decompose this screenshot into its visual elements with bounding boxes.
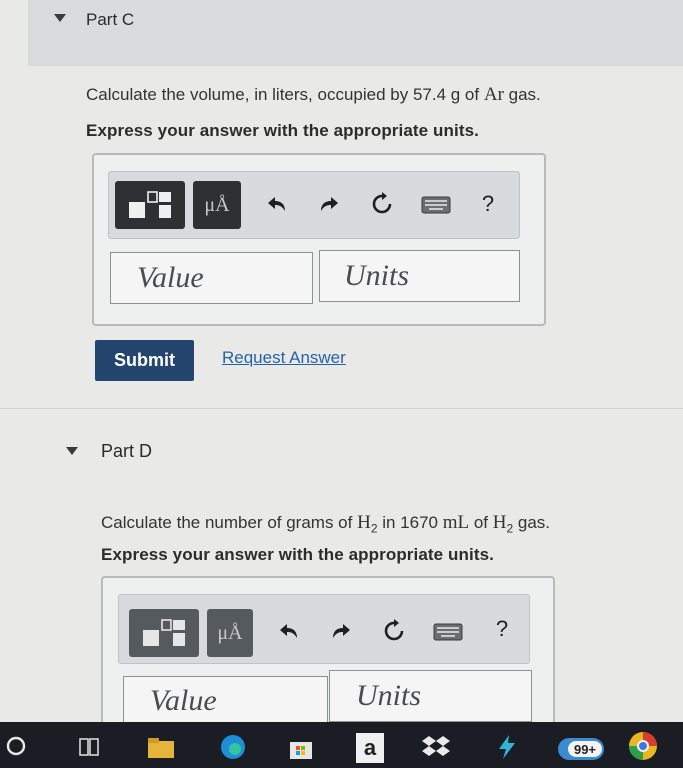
- request-answer-link[interactable]: Request Answer: [222, 348, 346, 368]
- keyboard-icon[interactable]: [431, 620, 465, 644]
- store-icon[interactable]: [286, 735, 316, 761]
- help-button[interactable]: ?: [490, 615, 514, 643]
- file-explorer-icon[interactable]: [146, 736, 176, 760]
- units-symbol-button[interactable]: μÅ: [193, 181, 241, 229]
- mail-icon[interactable]: 99+: [556, 735, 606, 763]
- templates-button[interactable]: [129, 609, 199, 657]
- part-d-title: Part D: [101, 441, 153, 461]
- collapse-caret-icon[interactable]: [66, 447, 78, 455]
- collapse-caret-icon[interactable]: [54, 14, 66, 22]
- app-bolt-icon[interactable]: [492, 733, 522, 761]
- amazon-icon[interactable]: a: [356, 733, 384, 763]
- part-d-instruction: Express your answer with the appropriate…: [101, 545, 494, 564]
- submit-button[interactable]: Submit: [95, 340, 194, 381]
- templates-icon: [129, 191, 171, 218]
- help-button[interactable]: ?: [476, 190, 500, 218]
- reset-icon[interactable]: [368, 190, 396, 218]
- section-divider: [0, 408, 683, 409]
- edge-browser-icon[interactable]: [218, 733, 248, 761]
- templates-icon: [143, 619, 185, 646]
- part-c-title: Part C: [86, 10, 135, 29]
- part-d-units-input[interactable]: Units: [329, 670, 532, 722]
- part-d-value-input[interactable]: Value: [123, 676, 328, 726]
- part-c-instruction: Express your answer with the appropriate…: [86, 121, 479, 140]
- redo-icon[interactable]: [316, 190, 344, 218]
- chrome-icon[interactable]: [624, 730, 662, 762]
- reset-icon[interactable]: [380, 617, 408, 645]
- part-c-units-input[interactable]: Units: [319, 250, 520, 302]
- dropbox-icon[interactable]: [420, 733, 452, 761]
- templates-button[interactable]: [115, 181, 185, 229]
- search-icon[interactable]: [4, 733, 28, 759]
- undo-icon[interactable]: [274, 617, 302, 645]
- task-view-icon[interactable]: [76, 734, 102, 760]
- keyboard-icon[interactable]: [419, 193, 453, 217]
- part-d-question: Calculate the number of grams of H2 in 1…: [101, 512, 551, 536]
- redo-icon[interactable]: [328, 617, 356, 645]
- units-symbol-button[interactable]: μÅ: [207, 609, 253, 657]
- part-c-question: Calculate the volume, in liters, occupie…: [86, 84, 541, 105]
- notification-count-badge: 99+: [568, 741, 602, 757]
- part-c-value-input[interactable]: Value: [110, 252, 313, 304]
- undo-icon[interactable]: [262, 190, 290, 218]
